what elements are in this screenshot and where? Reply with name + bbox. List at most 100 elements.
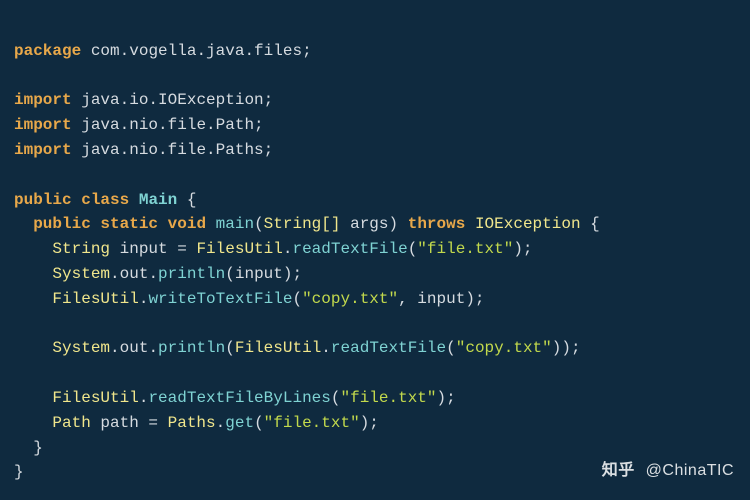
keyword-public: public	[14, 191, 72, 209]
var-input: input	[235, 265, 283, 283]
dot: .	[110, 265, 120, 283]
dot: .	[148, 265, 158, 283]
type-string-array: String[]	[264, 215, 341, 233]
paren-open: (	[254, 215, 264, 233]
brace-open: {	[581, 215, 600, 233]
class-system: System	[52, 265, 110, 283]
indent	[14, 265, 52, 283]
method-println: println	[158, 339, 225, 357]
indent	[14, 389, 52, 407]
code-block: package com.vogella.java.files; import j…	[0, 0, 750, 499]
var-input-assign: input =	[110, 240, 196, 258]
import-path: java.nio.file.Path	[81, 116, 254, 134]
string-file-txt: "file.txt"	[340, 389, 436, 407]
indent	[14, 339, 52, 357]
string-file-txt: "file.txt"	[264, 414, 360, 432]
keyword-import: import	[14, 91, 72, 109]
import-path: java.nio.file.Paths	[81, 141, 263, 159]
method-main: main	[216, 215, 254, 233]
dot: .	[139, 290, 149, 308]
arg-args: args	[340, 215, 388, 233]
code-line-11: FilesUtil.writeToTextFile("copy.txt", in…	[14, 290, 485, 308]
type-path: Path	[52, 414, 90, 432]
code-line-7: public class Main {	[14, 191, 196, 209]
string-copy-txt: "copy.txt"	[456, 339, 552, 357]
method-readtextfilebylines: readTextFileByLines	[148, 389, 330, 407]
string-file-txt: "file.txt"	[417, 240, 513, 258]
indent	[14, 439, 33, 457]
comma: ,	[398, 290, 417, 308]
semicolon: ;	[302, 42, 312, 60]
code-line-15: FilesUtil.readTextFileByLines("file.txt"…	[14, 389, 456, 407]
paren-close-semi: );	[437, 389, 456, 407]
semicolon: ;	[264, 91, 274, 109]
class-name-main: Main	[139, 191, 177, 209]
var-input: input	[417, 290, 465, 308]
dot: .	[148, 339, 158, 357]
brace-open: {	[177, 191, 196, 209]
indent	[14, 240, 52, 258]
semicolon: ;	[264, 141, 274, 159]
indent	[14, 290, 52, 308]
paren-open: (	[408, 240, 418, 258]
class-paths: Paths	[168, 414, 216, 432]
code-line-10: System.out.println(input);	[14, 265, 302, 283]
field-out: out	[120, 339, 149, 357]
paren-open: (	[292, 290, 302, 308]
class-filesutil: FilesUtil	[52, 290, 138, 308]
code-line-17: }	[14, 439, 43, 457]
paren-open: (	[225, 265, 235, 283]
method-println: println	[158, 265, 225, 283]
code-line-5: import java.nio.file.Paths;	[14, 141, 273, 159]
code-line-13: System.out.println(FilesUtil.readTextFil…	[14, 339, 581, 357]
watermark: 知乎 @ChinaTIC	[602, 459, 734, 484]
class-filesutil: FilesUtil	[235, 339, 321, 357]
method-readtextfile: readTextFile	[331, 339, 446, 357]
keyword-throws: throws	[408, 215, 466, 233]
paren-close-semi: );	[465, 290, 484, 308]
code-line-3: import java.io.IOException;	[14, 91, 273, 109]
method-readtextfile: readTextFile	[292, 240, 407, 258]
package-path: com.vogella.java.files	[91, 42, 302, 60]
code-line-1: package com.vogella.java.files;	[14, 42, 312, 60]
paren-close: )	[552, 339, 562, 357]
semicolon: ;	[254, 116, 264, 134]
brace-close: }	[14, 463, 24, 481]
paren-open: (	[254, 414, 264, 432]
watermark-user: @ChinaTIC	[641, 462, 734, 479]
zhihu-logo-icon: 知乎	[602, 462, 635, 479]
method-get: get	[225, 414, 254, 432]
paren-close: )	[389, 215, 399, 233]
paren-close-semi: );	[561, 339, 580, 357]
class-system: System	[52, 339, 110, 357]
keyword-package: package	[14, 42, 81, 60]
keyword-public: public	[33, 215, 91, 233]
dot: .	[110, 339, 120, 357]
paren-open: (	[446, 339, 456, 357]
type-ioexception: IOException	[475, 215, 581, 233]
class-filesutil: FilesUtil	[52, 389, 138, 407]
code-line-9: String input = FilesUtil.readTextFile("f…	[14, 240, 533, 258]
type-string: String	[52, 240, 110, 258]
keyword-static: static	[100, 215, 158, 233]
dot: .	[216, 414, 226, 432]
paren-close-semi: );	[283, 265, 302, 283]
method-writetotextfile: writeToTextFile	[148, 290, 292, 308]
class-filesutil: FilesUtil	[196, 240, 282, 258]
code-line-8: public static void main(String[] args) t…	[14, 215, 600, 233]
string-copy-txt: "copy.txt"	[302, 290, 398, 308]
dot: .	[321, 339, 331, 357]
var-path-assign: path =	[91, 414, 168, 432]
import-path: java.io.IOException	[81, 91, 263, 109]
code-line-4: import java.nio.file.Path;	[14, 116, 264, 134]
dot: .	[139, 389, 149, 407]
keyword-void: void	[168, 215, 206, 233]
code-line-18: }	[14, 463, 24, 481]
indent	[14, 215, 33, 233]
keyword-class: class	[81, 191, 129, 209]
code-line-16: Path path = Paths.get("file.txt");	[14, 414, 379, 432]
brace-close: }	[33, 439, 43, 457]
paren-close-semi: );	[360, 414, 379, 432]
paren-open: (	[225, 339, 235, 357]
field-out: out	[120, 265, 149, 283]
